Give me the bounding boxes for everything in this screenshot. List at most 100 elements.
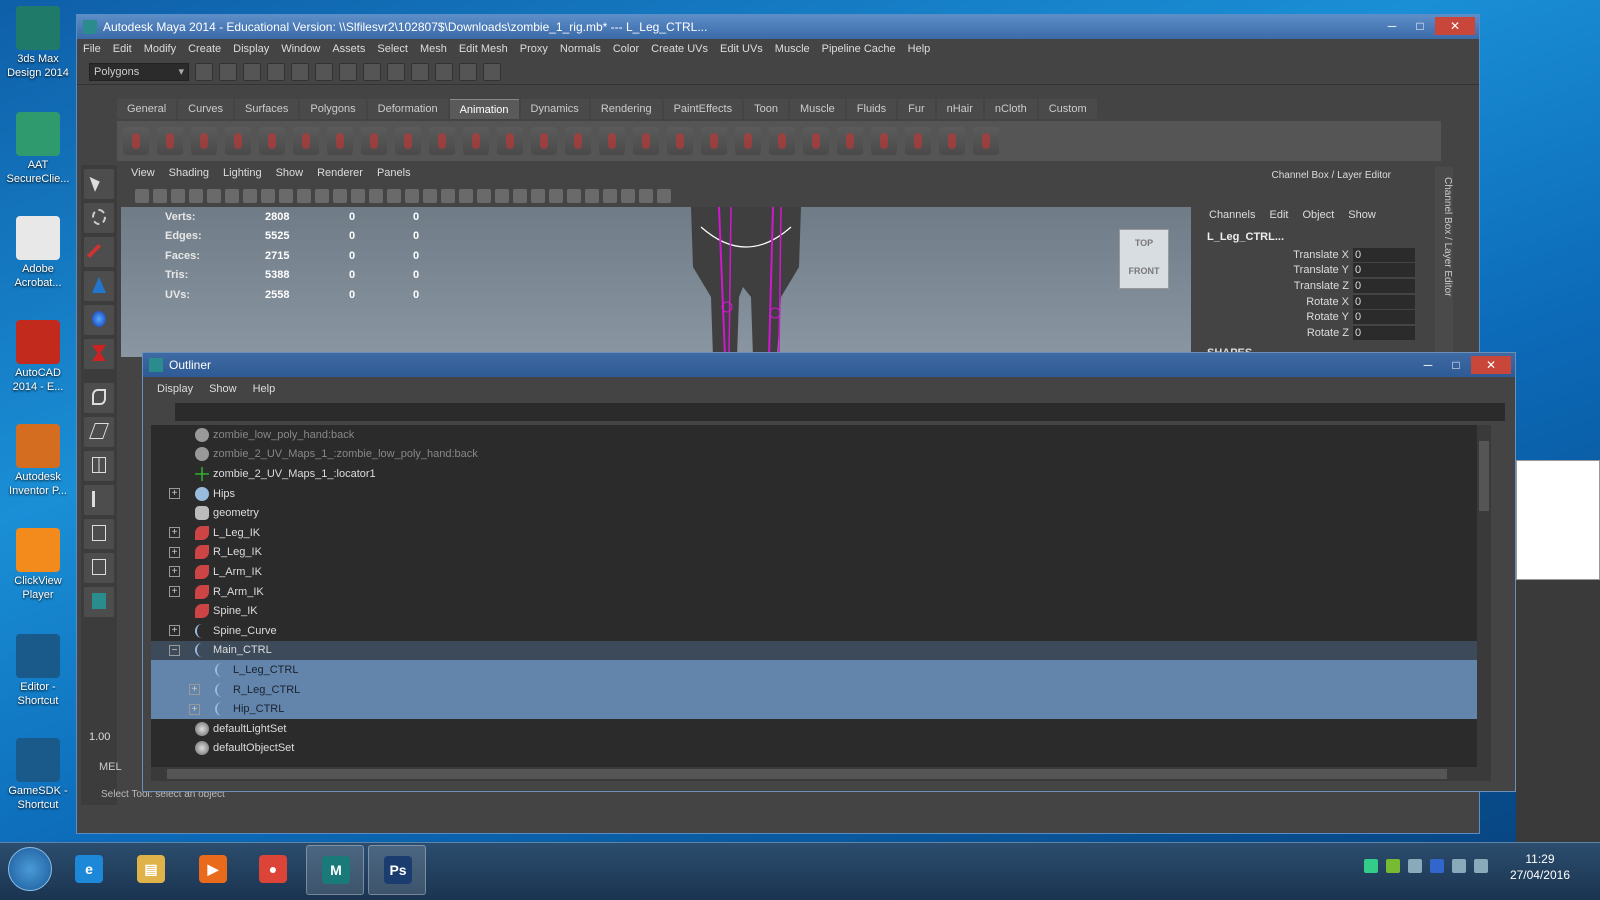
shelf-tool-icon[interactable] xyxy=(531,127,557,155)
menu-proxy[interactable]: Proxy xyxy=(520,43,548,55)
panel-tool-icon[interactable] xyxy=(225,189,239,203)
outliner-filter-field[interactable] xyxy=(175,403,1505,421)
select-component-icon[interactable] xyxy=(315,62,333,81)
panel-tool-icon[interactable] xyxy=(621,189,635,203)
panel-tool-icon[interactable] xyxy=(279,189,293,203)
shelf-tool-icon[interactable] xyxy=(395,127,421,155)
paint-select-icon[interactable] xyxy=(84,237,114,267)
outliner-item[interactable]: defaultObjectSet xyxy=(151,739,1491,759)
tab-nhair[interactable]: nHair xyxy=(936,99,983,119)
tab-fluids[interactable]: Fluids xyxy=(846,99,897,119)
menu-file[interactable]: File xyxy=(83,43,101,55)
network-icon[interactable] xyxy=(1452,859,1466,873)
panel-tool-icon[interactable] xyxy=(171,189,185,203)
channel-menu-show[interactable]: Show xyxy=(1348,205,1376,225)
panel-tool-icon[interactable] xyxy=(243,189,257,203)
outliner-item[interactable]: L_Leg_CTRL xyxy=(151,660,1491,680)
panel-tool-icon[interactable] xyxy=(549,189,563,203)
save-scene-icon[interactable] xyxy=(243,62,261,81)
desktop-icon[interactable]: AAT SecureClie... xyxy=(2,112,74,186)
menu-assets[interactable]: Assets xyxy=(332,43,365,55)
maya-titlebar[interactable]: Autodesk Maya 2014 - Educational Version… xyxy=(77,15,1479,39)
channel-attr-row[interactable]: Translate X0 xyxy=(1193,247,1435,263)
shelf-tool-icon[interactable] xyxy=(701,127,727,155)
single-pane-icon[interactable] xyxy=(84,417,114,447)
scale-tool-icon[interactable] xyxy=(84,339,114,369)
panel-tool-icon[interactable] xyxy=(531,189,545,203)
graph-pane-icon[interactable] xyxy=(84,519,114,549)
taskbar-maya[interactable]: M xyxy=(306,845,364,895)
panel-tool-icon[interactable] xyxy=(639,189,653,203)
outliner-item[interactable]: zombie_low_poly_hand:back xyxy=(151,425,1491,445)
shelf-tool-icon[interactable] xyxy=(463,127,489,155)
panel-tool-icon[interactable] xyxy=(441,189,455,203)
tab-rendering[interactable]: Rendering xyxy=(590,99,662,119)
viewcube[interactable]: TOP FRONT xyxy=(1119,229,1169,289)
mel-label[interactable]: MEL xyxy=(99,761,122,773)
shelf-tool-icon[interactable] xyxy=(769,127,795,155)
shelf-tool-icon[interactable] xyxy=(973,127,999,155)
outliner-menu-help[interactable]: Help xyxy=(253,377,276,401)
channel-attr-row[interactable]: Translate Z0 xyxy=(1193,278,1435,294)
outliner-item[interactable]: zombie_2_UV_Maps_1_:locator1 xyxy=(151,464,1491,484)
shelf-tool-icon[interactable] xyxy=(123,127,149,155)
taskbar-media-player[interactable]: ▶ xyxy=(184,845,242,895)
channel-attr-label[interactable]: Translate X xyxy=(1193,249,1353,261)
panel-tool-icon[interactable] xyxy=(387,189,401,203)
hypershade-pane-icon[interactable] xyxy=(84,553,114,583)
outliner-item[interactable]: + Hip_CTRL xyxy=(151,699,1491,719)
menu-modify[interactable]: Modify xyxy=(144,43,176,55)
render-icon[interactable] xyxy=(435,62,453,81)
channel-attr-value[interactable]: 0 xyxy=(1353,247,1415,262)
channel-attr-value[interactable]: 0 xyxy=(1353,310,1415,325)
expand-icon[interactable]: + xyxy=(169,546,180,558)
channel-attr-label[interactable]: Translate Z xyxy=(1193,280,1353,292)
outliner-menu-display[interactable]: Display xyxy=(157,377,193,401)
menu-window[interactable]: Window xyxy=(281,43,320,55)
outliner-item[interactable]: zombie_2_UV_Maps_1_:zombie_low_poly_hand… xyxy=(151,445,1491,465)
panel-tool-icon[interactable] xyxy=(567,189,581,203)
channel-attr-row[interactable]: Rotate Y0 xyxy=(1193,309,1435,325)
outliner-item[interactable]: defaultLightSet xyxy=(151,719,1491,739)
background-maya-panel[interactable] xyxy=(1516,580,1600,842)
shelf-tool-icon[interactable] xyxy=(939,127,965,155)
tab-ncloth[interactable]: nCloth xyxy=(984,99,1037,119)
outliner-window[interactable]: Outliner ─ □ ✕ Display Show Help zombie_lo… xyxy=(142,352,1516,792)
tab-polygons[interactable]: Polygons xyxy=(300,99,366,119)
clock[interactable]: 11:29 27/04/2016 xyxy=(1510,851,1570,883)
panel-tool-icon[interactable] xyxy=(585,189,599,203)
outliner-item[interactable]: − Main_CTRL xyxy=(151,640,1491,661)
menu-create-uvs[interactable]: Create UVs xyxy=(651,43,708,55)
tab-dynamics[interactable]: Dynamics xyxy=(520,99,589,119)
panel-tool-icon[interactable] xyxy=(315,189,329,203)
taskbar-internet-explorer[interactable]: e xyxy=(60,845,118,895)
new-scene-icon[interactable] xyxy=(195,62,213,81)
outliner-maximize-button[interactable]: □ xyxy=(1443,356,1469,374)
outliner-item[interactable]: + R_Leg_CTRL xyxy=(151,679,1491,700)
sync-icon[interactable] xyxy=(1364,859,1378,873)
panel-tool-icon[interactable] xyxy=(423,189,437,203)
channel-menu-channels[interactable]: Channels xyxy=(1209,205,1255,225)
panel-tool-icon[interactable] xyxy=(153,189,167,203)
tab-curves[interactable]: Curves xyxy=(178,99,233,119)
tab-general[interactable]: General xyxy=(117,99,177,119)
channel-attr-row[interactable]: Rotate X0 xyxy=(1193,294,1435,310)
expand-icon[interactable]: + xyxy=(169,527,180,539)
shelf-tool-icon[interactable] xyxy=(871,127,897,155)
expand-icon[interactable]: + xyxy=(169,488,180,500)
snap-plane-icon[interactable] xyxy=(411,62,429,81)
outliner-close-button[interactable]: ✕ xyxy=(1471,356,1511,374)
viewport[interactable]: Verts: 2808 0 0 Edges: 5525 0 0 Faces: 2715 0 0 Tris… xyxy=(121,207,1191,357)
panel-menu-panels[interactable]: Panels xyxy=(377,167,411,185)
desktop-icon[interactable]: Autodesk Inventor P... xyxy=(2,424,74,498)
outliner-item[interactable]: + Hips xyxy=(151,484,1491,504)
tab-surfaces[interactable]: Surfaces xyxy=(234,99,299,119)
ipr-render-icon[interactable] xyxy=(459,62,477,81)
outliner-item[interactable]: + Spine_Curve xyxy=(151,621,1491,641)
tab-animation[interactable]: Animation xyxy=(449,99,519,119)
shelf-tool-icon[interactable] xyxy=(735,127,761,155)
panel-menu-view[interactable]: View xyxy=(131,167,155,185)
desktop-icon[interactable]: AutoCAD 2014 - E... xyxy=(2,320,74,394)
channel-attr-label[interactable]: Rotate Y xyxy=(1193,311,1353,323)
shelf-tool-icon[interactable] xyxy=(565,127,591,155)
